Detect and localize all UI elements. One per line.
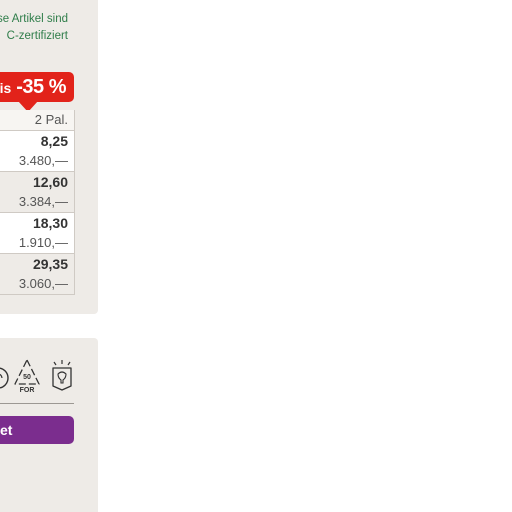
pallet-price: 3.384,— <box>18 194 68 209</box>
table-row: 12,60 3.384,— <box>0 171 74 212</box>
feature-icons-svg: 50 FOR <box>0 359 72 394</box>
fsc-note-line2: C-zertifiziert <box>6 30 68 42</box>
icon-text-bottom: FOR <box>20 387 35 394</box>
product-info-panel: se Artikel sind C-zertifiziert bis -35 %… <box>0 0 98 314</box>
divider <box>0 403 74 404</box>
unit-price: 8,25 <box>40 133 68 149</box>
discount-badge: bis -35 % <box>0 72 74 112</box>
light-icon <box>52 360 72 391</box>
unit-price: 18,30 <box>32 215 68 231</box>
pallet-price: 3.480,— <box>18 153 68 168</box>
recycle-triangle-icon: 50 FOR <box>14 359 40 394</box>
icon-text-top: 50 <box>23 374 31 381</box>
fsc-certification-note: se Artikel sind C-zertifiziert <box>0 11 68 45</box>
unit-price: 29,35 <box>32 256 68 272</box>
pallet-price: 1.910,— <box>18 235 68 250</box>
discount-value: -35 % <box>16 75 66 98</box>
table-row: 18,30 1.910,— <box>0 212 74 253</box>
unit-price: 12,60 <box>32 174 68 190</box>
table-row: 8,25 3.480,— <box>0 130 74 171</box>
price-table-header: 2 Pal. <box>0 110 74 130</box>
fsc-note-line1: se Artikel sind <box>0 13 68 25</box>
cta-button[interactable]: et <box>0 416 74 444</box>
recycle-circle-icon <box>0 367 9 389</box>
discount-prefix: bis <box>0 80 12 96</box>
table-row: 29,35 3.060,— <box>0 253 74 294</box>
pallet-price: 3.060,— <box>18 276 68 291</box>
feature-icons: 50 FOR <box>0 358 74 396</box>
price-table: 2 Pal. 8,25 3.480,— 12,60 3.384,— 18,30 … <box>0 110 75 295</box>
